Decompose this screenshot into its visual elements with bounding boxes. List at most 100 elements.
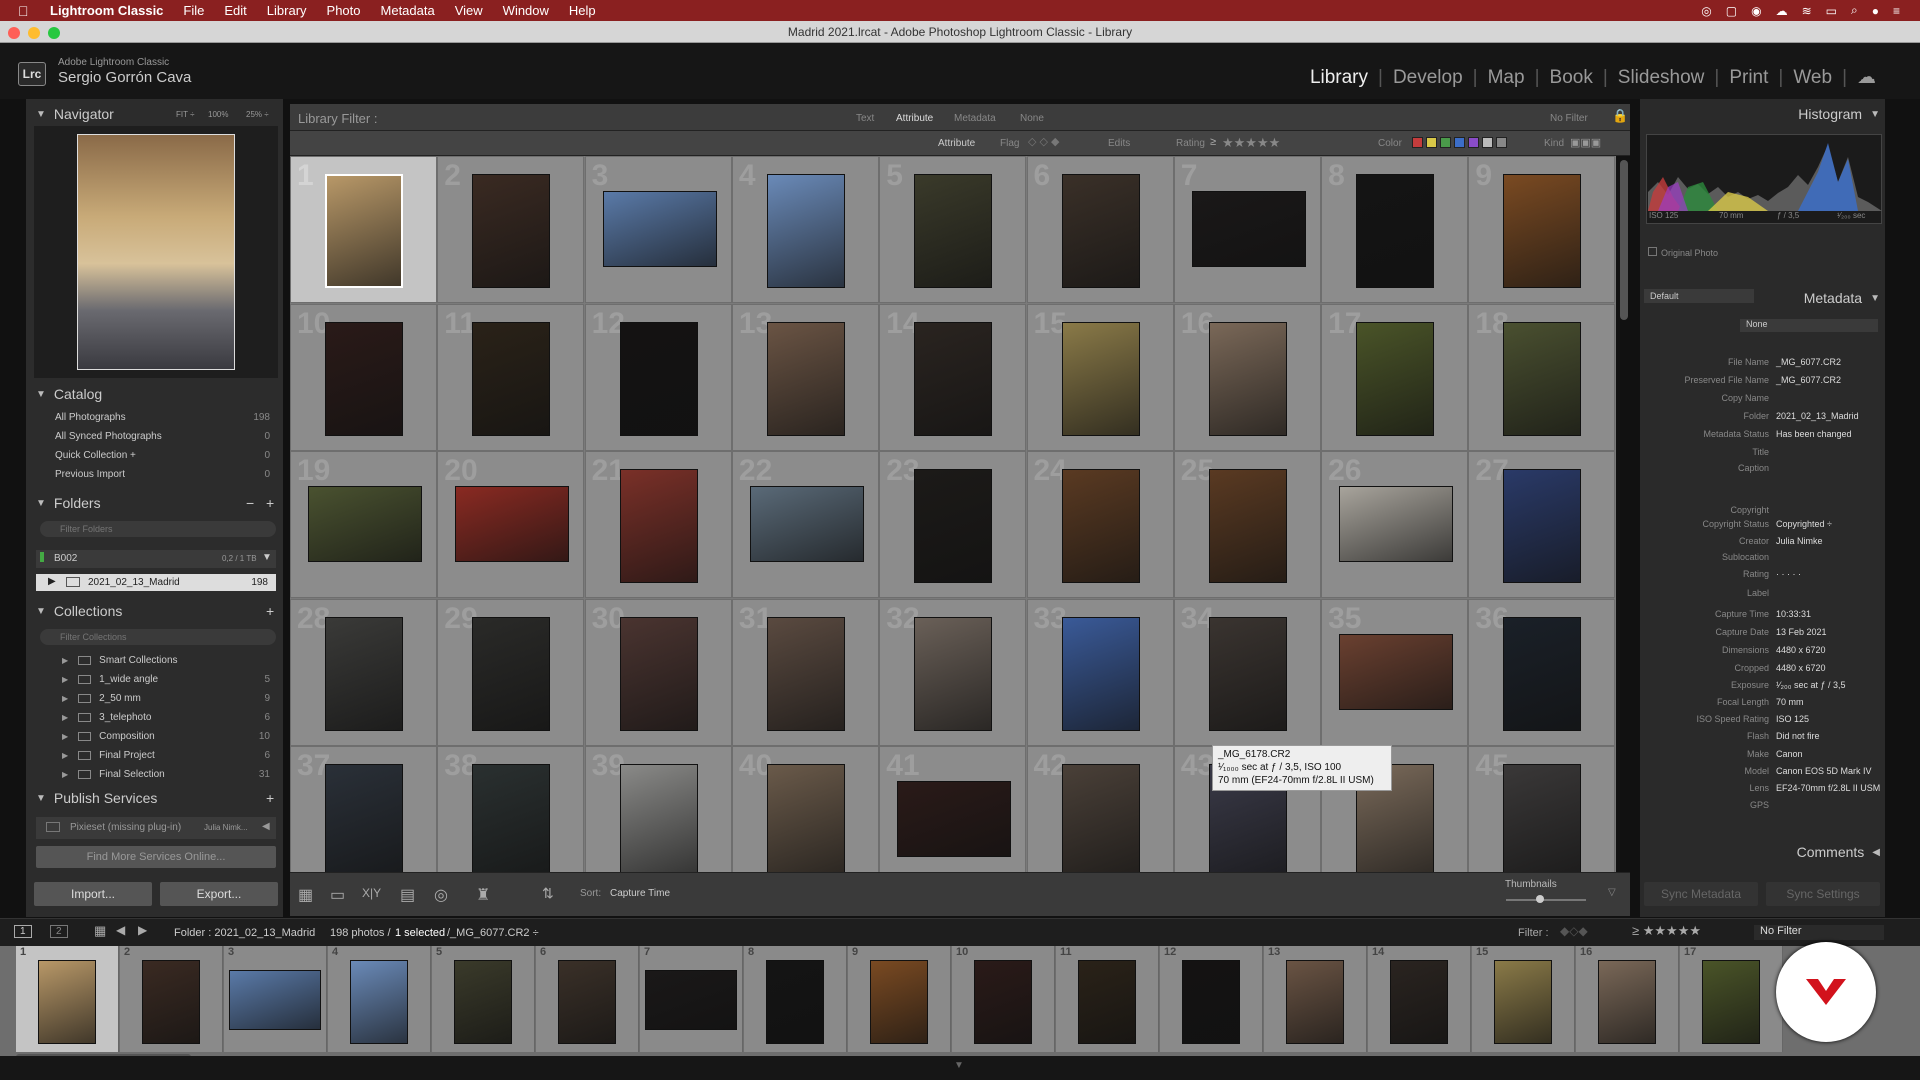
airplay-icon[interactable]: ▭ (1826, 4, 1837, 18)
minimize-window-button[interactable] (28, 27, 40, 39)
filmstrip-frame[interactable]: 11 (1056, 946, 1159, 1052)
metadata-field[interactable]: Lens EF24-70mm f/2.8L II USM (1644, 783, 1884, 797)
grid-cell[interactable]: 21 (584, 451, 732, 598)
people-view-icon[interactable]: ◎ (434, 885, 448, 905)
filmstrip-thumbnail[interactable] (645, 970, 737, 1030)
grid-cell[interactable]: 33 (1026, 598, 1174, 746)
filmstrip-frame[interactable]: 5 (432, 946, 535, 1052)
grid-cell[interactable]: 18 (1468, 303, 1616, 451)
filmstrip-thumbnail[interactable] (1702, 960, 1760, 1044)
grid-cell[interactable]: 38 (437, 746, 585, 872)
grid-cell[interactable]: 12 (584, 303, 732, 451)
photo-thumbnail[interactable] (766, 616, 845, 731)
metadata-field[interactable]: Preserved File Name _MG_6077.CR2 (1644, 375, 1884, 389)
photo-thumbnail[interactable] (749, 486, 864, 562)
color-swatch[interactable] (1426, 137, 1437, 148)
toolbar-menu-icon[interactable]: ▽ (1608, 887, 1616, 898)
search-icon[interactable]: ⌕ (1851, 3, 1858, 18)
photo-thumbnail[interactable] (1503, 616, 1582, 731)
histogram-chart[interactable]: ISO 125 70 mm ƒ / 3,5 ¹⁄₂₀₀ sec (1646, 134, 1882, 224)
collection-item[interactable]: ▶ Final Selection 31 (62, 769, 270, 780)
filmstrip-filter-dropdown[interactable]: No Filter (1754, 925, 1884, 940)
filter-tab-metadata[interactable]: Metadata (954, 113, 996, 124)
histogram-header[interactable]: Histogram ▼ (1740, 104, 1880, 124)
compare-view-icon[interactable]: X|Y (362, 886, 381, 900)
filmstrip-thumbnail[interactable] (1182, 960, 1240, 1044)
sync-icon[interactable]: ◉ (1751, 4, 1761, 18)
sync-metadata-button[interactable]: Sync Metadata (1644, 882, 1758, 906)
catalog-previous-import[interactable]: Previous Import 0 (55, 469, 270, 480)
survey-view-icon[interactable]: ▤ (400, 885, 415, 905)
metadata-field[interactable]: Make Canon (1644, 749, 1884, 763)
collection-item[interactable]: ▶ 2_50 mm 9 (62, 693, 270, 704)
add-collection-icon[interactable]: + (266, 603, 274, 619)
lock-icon[interactable]: 🔒 (1612, 108, 1628, 124)
filmstrip-thumbnail[interactable] (974, 960, 1032, 1044)
photo-thumbnail[interactable] (308, 486, 422, 562)
zoom-fit[interactable]: FIT ÷ (176, 110, 194, 119)
filmstrip-rating-filter[interactable]: ≥ ★★★★★ (1632, 923, 1701, 939)
grid-cell[interactable]: 31 (731, 598, 879, 746)
photo-thumbnail[interactable] (766, 764, 845, 872)
filmstrip-thumbnail[interactable] (38, 960, 96, 1044)
grid-cell[interactable]: 7 (1173, 156, 1321, 303)
metadata-field[interactable]: Capture Date 13 Feb 2021 (1644, 627, 1884, 641)
pixieset-service[interactable]: Pixieset (missing plug-in) Julia Nimk...… (36, 817, 276, 839)
metadata-header[interactable]: Metadata ▼ (1780, 288, 1880, 308)
metadata-field[interactable]: Copyright Status Copyrighted ÷ (1644, 519, 1884, 533)
zoom-window-button[interactable] (48, 27, 60, 39)
grid-cell[interactable]: 34 (1173, 598, 1321, 746)
metadata-field[interactable]: Label (1644, 588, 1884, 602)
filter-tab-attribute[interactable]: Attribute (896, 113, 933, 124)
color-swatch[interactable] (1468, 137, 1479, 148)
filmstrip-frame[interactable]: 7 (640, 946, 743, 1052)
metadata-field[interactable]: GPS (1644, 800, 1884, 814)
metadata-field[interactable]: Sublocation (1644, 552, 1884, 566)
photo-thumbnail[interactable] (1503, 764, 1582, 872)
metadata-field[interactable]: Metadata Status Has been changed (1644, 429, 1884, 443)
filmstrip-frame[interactable]: 12 (1160, 946, 1263, 1052)
collection-item[interactable]: ▶ 3_telephoto 6 (62, 712, 270, 723)
grid-cell[interactable]: 20 (437, 451, 585, 598)
filter-collections-input[interactable] (40, 629, 276, 645)
photo-thumbnail[interactable] (1208, 321, 1287, 436)
flag-filter-icons[interactable]: ◇ ◇ ◆ (1028, 135, 1060, 148)
photo-thumbnail[interactable] (1061, 764, 1140, 872)
filmstrip-frame[interactable]: 17 (1680, 946, 1783, 1052)
remove-folder-icon[interactable]: − (246, 495, 254, 511)
color-swatch[interactable] (1482, 137, 1493, 148)
module-print[interactable]: Print (1719, 67, 1778, 89)
metadata-field[interactable]: Model Canon EOS 5D Mark IV (1644, 766, 1884, 780)
back-icon[interactable]: ◀ (116, 923, 125, 937)
metadata-field[interactable]: Cropped 4480 x 6720 (1644, 663, 1884, 677)
module-slideshow[interactable]: Slideshow (1608, 67, 1715, 89)
grid-cell[interactable]: 29 (437, 598, 585, 746)
photo-thumbnail[interactable] (602, 191, 717, 267)
photo-thumbnail[interactable] (1503, 469, 1582, 583)
photo-thumbnail[interactable] (619, 321, 698, 436)
metadata-field[interactable]: File Name _MG_6077.CR2 (1644, 357, 1884, 371)
sort-direction-icon[interactable]: ⇅ (542, 885, 554, 902)
grid-cell[interactable]: 2 (437, 156, 585, 303)
menu-photo[interactable]: Photo (327, 3, 361, 18)
grid-cell[interactable]: 17 (1321, 303, 1469, 451)
thumbnail-size-slider[interactable] (1506, 899, 1586, 901)
grid-cell[interactable]: 19 (290, 451, 437, 598)
module-book[interactable]: Book (1540, 67, 1603, 89)
user-icon[interactable]: ● (1872, 4, 1879, 18)
filmstrip-thumbnail[interactable] (870, 960, 928, 1044)
filter-tab-none[interactable]: None (1020, 113, 1044, 124)
filter-folders-input[interactable] (40, 521, 276, 537)
color-swatch[interactable] (1496, 137, 1507, 148)
photo-thumbnail[interactable] (619, 764, 698, 872)
grid-cell[interactable]: 42 (1026, 746, 1174, 872)
zoom-25[interactable]: 25% ÷ (246, 110, 269, 119)
grid-cell[interactable]: 8 (1321, 156, 1469, 303)
filmstrip-file[interactable]: /_MG_6077.CR2 ÷ (447, 927, 539, 939)
photo-thumbnail[interactable] (1339, 486, 1454, 562)
photo-thumbnail[interactable] (472, 174, 551, 288)
filmstrip-frame[interactable]: 1 (16, 946, 119, 1052)
grid-cell[interactable]: 6 (1026, 156, 1174, 303)
grid-cell[interactable]: 39 (584, 746, 732, 872)
photo-thumbnail[interactable] (766, 174, 845, 288)
